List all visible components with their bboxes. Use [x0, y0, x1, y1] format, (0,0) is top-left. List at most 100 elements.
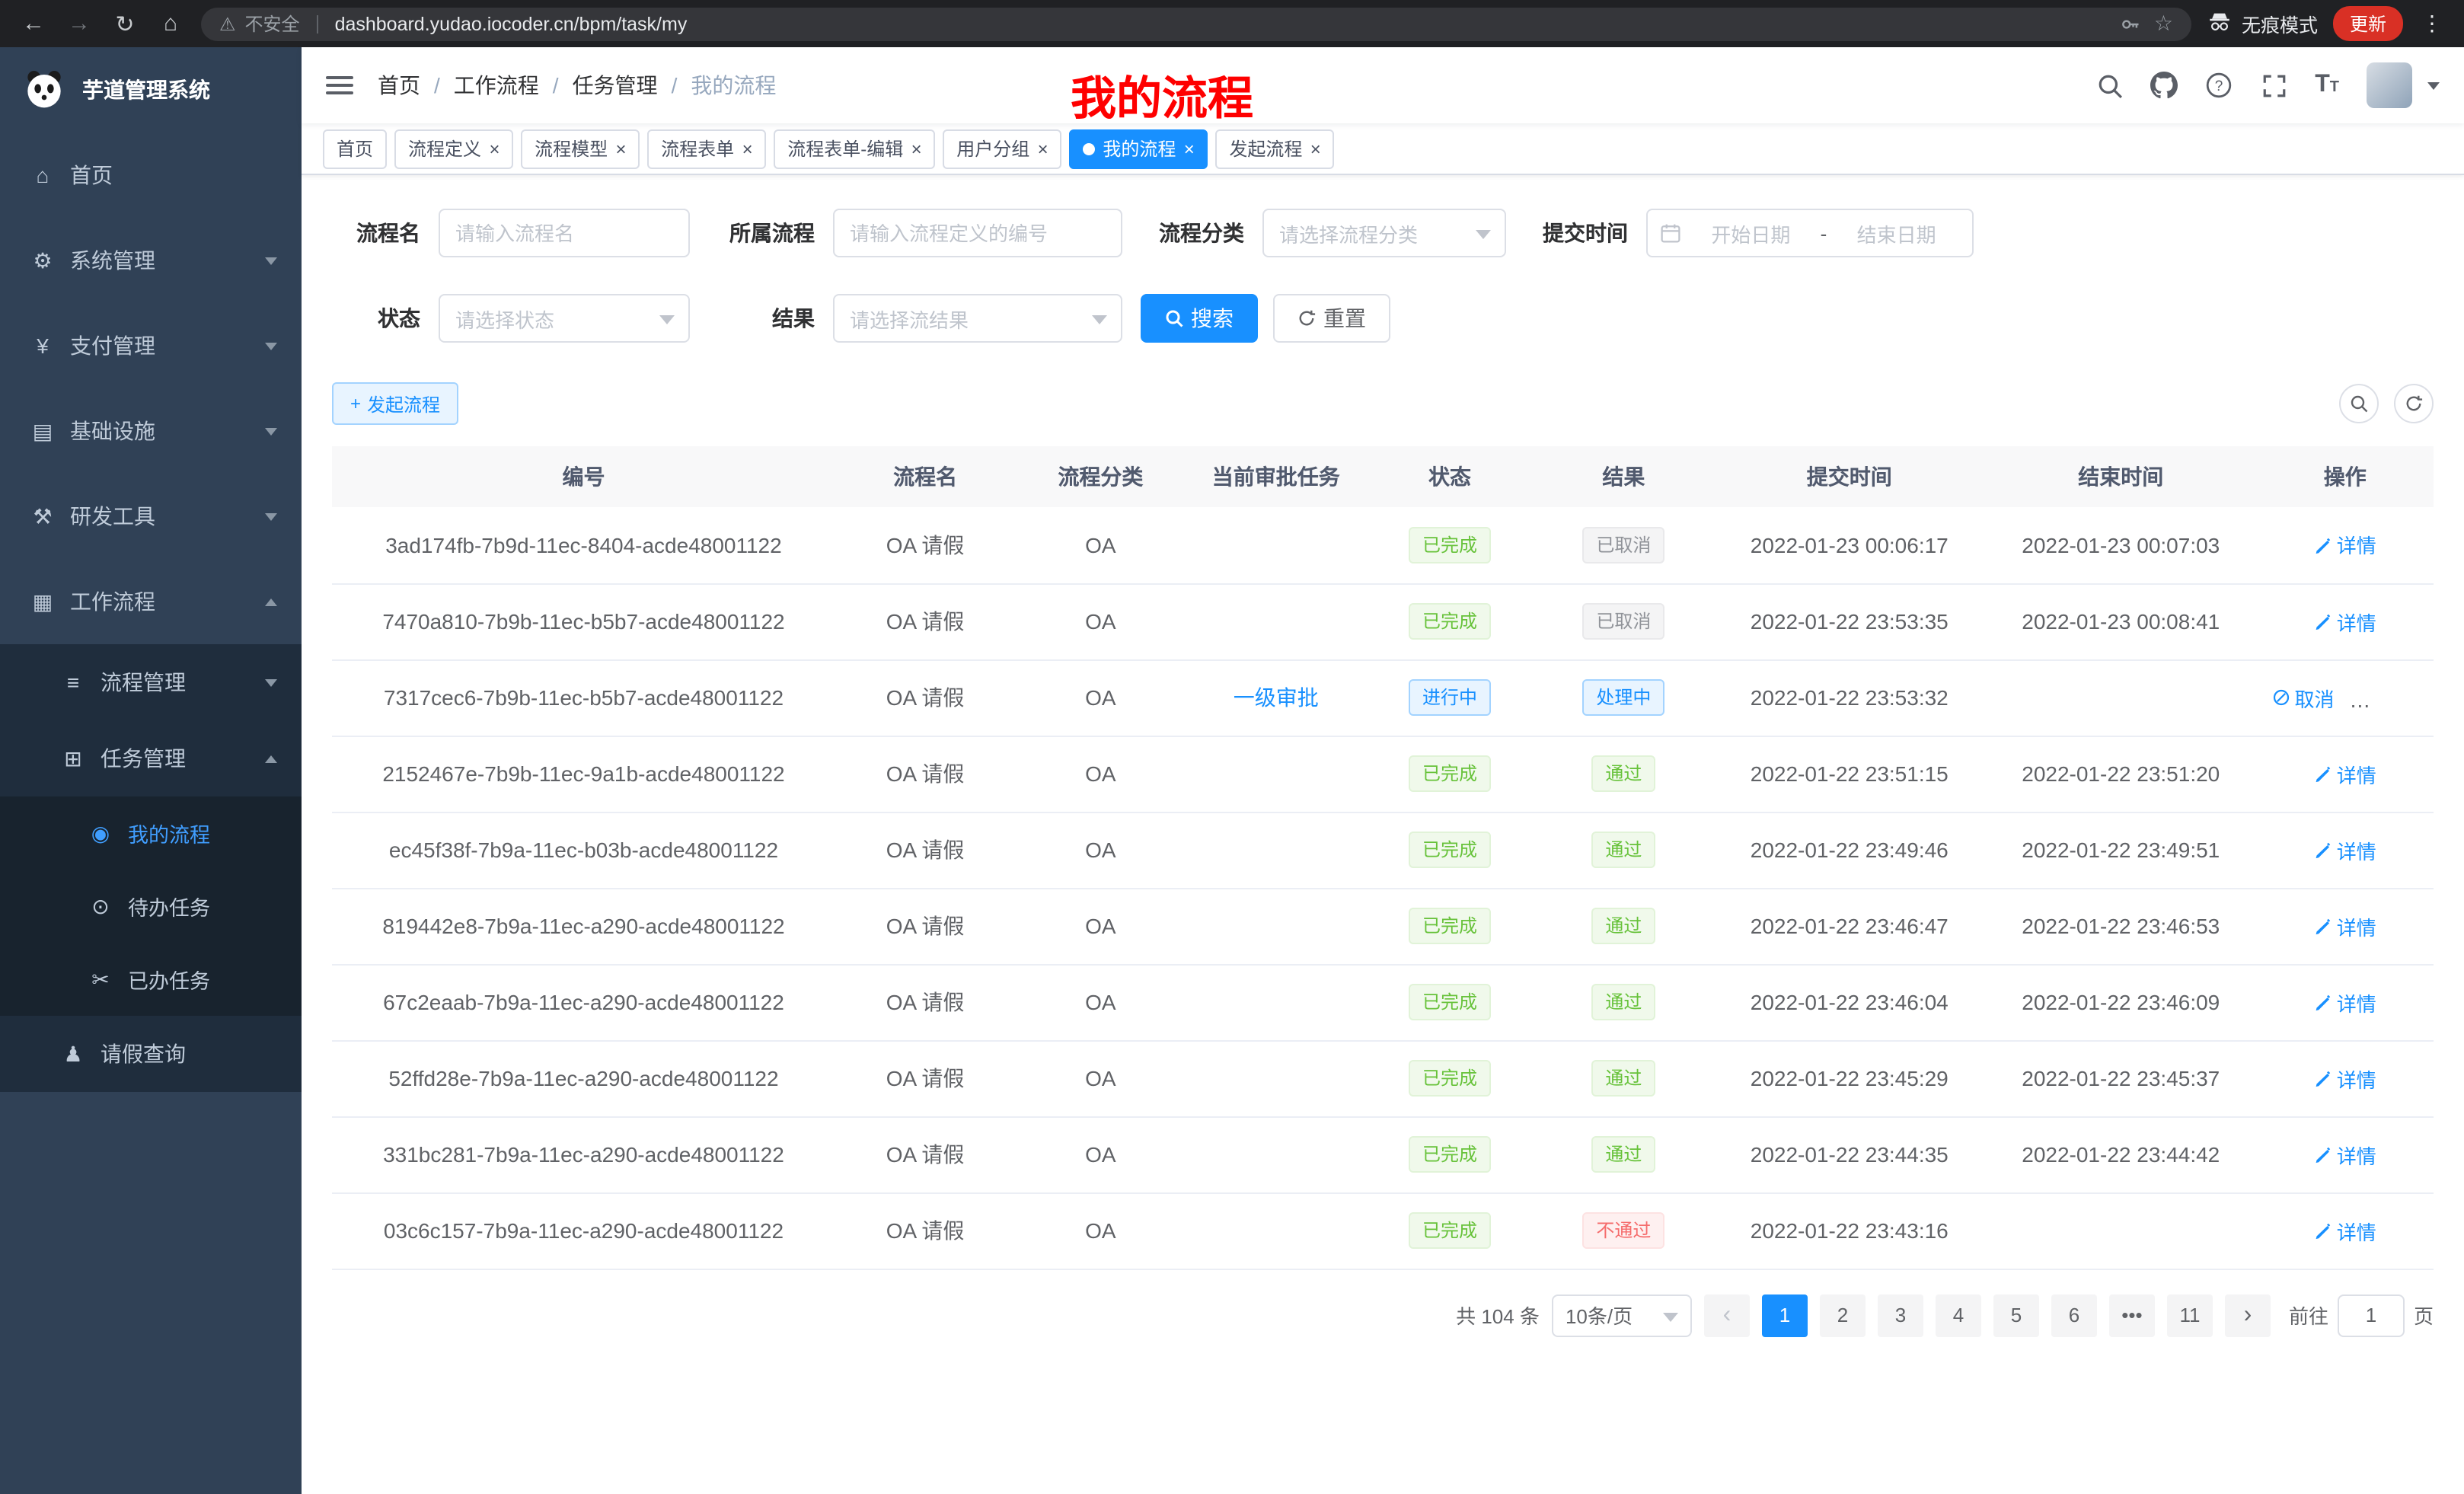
page-number-button[interactable]: •••: [2109, 1294, 2155, 1336]
cell-id: 819442e8-7b9a-11ec-a290-acde48001122: [332, 888, 835, 964]
detail-link[interactable]: 详情: [2314, 988, 2376, 1017]
detail-link[interactable]: 详情: [2314, 1064, 2376, 1093]
cell-id: 331bc281-7b9a-11ec-a290-acde48001122: [332, 1116, 835, 1192]
tab[interactable]: 流程表单-编辑 ×: [774, 129, 935, 168]
cell-submit-time: 2022-01-22 23:43:16: [1714, 1192, 1986, 1269]
cell-process-name: OA 请假: [835, 964, 1015, 1040]
browser-update-button[interactable]: 更新: [2333, 6, 2403, 41]
password-key-icon[interactable]: [2118, 10, 2145, 37]
status-select[interactable]: 请选择状态: [439, 294, 690, 343]
breadcrumb-home[interactable]: 首页: [378, 70, 420, 101]
tab[interactable]: 我的流程 ×: [1069, 129, 1208, 168]
toggle-search-button[interactable]: [2339, 384, 2379, 423]
sidebar-item-workflow[interactable]: ▦ 工作流程: [0, 559, 302, 644]
cell-status: 已完成: [1366, 888, 1534, 964]
cell-current-task: 一级审批: [1186, 659, 1366, 736]
sidebar-item-dev-tools[interactable]: ⚒ 研发工具: [0, 474, 302, 559]
process-category-select[interactable]: 请选择流程分类: [1262, 209, 1506, 257]
sidebar-toggle-icon[interactable]: [326, 76, 353, 94]
tab[interactable]: 发起流程 ×: [1215, 129, 1334, 168]
tab[interactable]: 流程表单 ×: [647, 129, 766, 168]
tools-icon: ⚒: [30, 503, 55, 529]
tab[interactable]: 流程定义 ×: [394, 129, 513, 168]
security-label[interactable]: 不安全: [245, 11, 300, 37]
table-tools: [2339, 384, 2434, 423]
sidebar-item-home[interactable]: ⌂ 首页: [0, 132, 302, 218]
sidebar-item-infrastructure[interactable]: ▤ 基础设施: [0, 388, 302, 474]
cell-process-name: OA 请假: [835, 888, 1015, 964]
start-date-placeholder[interactable]: 开始日期: [1687, 219, 1814, 247]
breadcrumb-task-management[interactable]: 任务管理: [573, 70, 658, 101]
github-icon[interactable]: [2150, 72, 2178, 99]
detail-link[interactable]: 详情: [2314, 531, 2376, 560]
tab[interactable]: 流程模型 ×: [521, 129, 640, 168]
current-task-link[interactable]: 一级审批: [1234, 685, 1319, 710]
sidebar-item-process-management[interactable]: ≡ 流程管理: [0, 644, 302, 720]
sidebar-item-leave-query[interactable]: ♟ 请假查询: [0, 1016, 302, 1092]
result-select[interactable]: 请选择流结果: [833, 294, 1122, 343]
table-body: 3ad174fb-7b9d-11ec-8404-acde48001122 OA …: [332, 507, 2434, 1269]
breadcrumb-workflow[interactable]: 工作流程: [454, 70, 539, 101]
cell-process-name: OA 请假: [835, 659, 1015, 736]
browser-chrome: ← → ↻ ⌂ ⚠ 不安全 dashboard.yudao.iocoder.cn…: [0, 0, 2464, 47]
sidebar-item-payment-management[interactable]: ¥ 支付管理: [0, 303, 302, 388]
tab-close-icon[interactable]: ×: [615, 139, 626, 158]
detail-link[interactable]: 详情: [2358, 683, 2421, 712]
page-size-select[interactable]: 10条/页: [1552, 1294, 1692, 1336]
page-number-button[interactable]: 1: [1762, 1294, 1808, 1336]
detail-link[interactable]: 详情: [2314, 1140, 2376, 1169]
tab[interactable]: 用户分组 ×: [943, 129, 1061, 168]
browser-back-icon[interactable]: ←: [18, 11, 49, 37]
bookmark-star-icon[interactable]: ☆: [2154, 11, 2173, 37]
start-process-button[interactable]: + 发起流程: [332, 382, 458, 425]
page-number-button[interactable]: 4: [1936, 1294, 1981, 1336]
detail-link[interactable]: 详情: [2314, 607, 2376, 636]
page-number-button[interactable]: 5: [1993, 1294, 2039, 1336]
owner-process-input[interactable]: [833, 209, 1122, 257]
page-number-button[interactable]: 2: [1820, 1294, 1866, 1336]
date-range-picker[interactable]: 开始日期 - 结束日期: [1646, 209, 1974, 257]
detail-link[interactable]: 详情: [2314, 1216, 2376, 1245]
help-icon[interactable]: ?: [2205, 72, 2233, 99]
browser-reload-icon[interactable]: ↻: [110, 10, 140, 37]
process-table: 编号流程名流程分类当前审批任务状态结果提交时间结束时间操作 3ad174fb-7…: [332, 446, 2434, 1269]
home-icon: ⌂: [30, 163, 55, 187]
end-date-placeholder[interactable]: 结束日期: [1833, 219, 1960, 247]
process-name-input[interactable]: [439, 209, 690, 257]
detail-link[interactable]: 详情: [2314, 835, 2376, 864]
tab-close-icon[interactable]: ×: [1037, 139, 1048, 158]
tab-close-icon[interactable]: ×: [1310, 139, 1320, 158]
sidebar-item-todo-tasks[interactable]: ⊙ 待办任务: [0, 870, 302, 943]
page-number-button[interactable]: 6: [2051, 1294, 2097, 1336]
address-bar[interactable]: ⚠ 不安全 dashboard.yudao.iocoder.cn/bpm/tas…: [201, 7, 2191, 40]
fullscreen-icon[interactable]: [2260, 72, 2287, 99]
tab-close-icon[interactable]: ×: [1183, 139, 1194, 158]
page-number-button[interactable]: 11: [2167, 1294, 2213, 1336]
sidebar-item-system-management[interactable]: ⚙ 系统管理: [0, 218, 302, 303]
avatar-dropdown-caret-icon[interactable]: [2427, 81, 2440, 89]
tab-close-icon[interactable]: ×: [911, 139, 921, 158]
search-button[interactable]: 搜索: [1141, 294, 1258, 343]
url-text[interactable]: dashboard.yudao.iocoder.cn/bpm/task/my: [335, 13, 688, 34]
page-number-button[interactable]: 3: [1878, 1294, 1923, 1336]
browser-forward-icon[interactable]: →: [64, 11, 94, 37]
tab[interactable]: 首页 ×: [323, 129, 387, 168]
detail-link[interactable]: 详情: [2314, 911, 2376, 940]
sidebar-item-my-process[interactable]: ◉ 我的流程: [0, 796, 302, 870]
tab-close-icon[interactable]: ×: [489, 139, 500, 158]
reset-button[interactable]: 重置: [1273, 294, 1390, 343]
refresh-table-button[interactable]: [2394, 384, 2434, 423]
font-size-icon[interactable]: TT: [2315, 72, 2339, 99]
sidebar-item-done-tasks[interactable]: ✂ 已办任务: [0, 943, 302, 1016]
sidebar-item-task-management[interactable]: ⊞ 任务管理: [0, 720, 302, 796]
avatar[interactable]: [2367, 62, 2412, 108]
search-icon[interactable]: [2095, 72, 2123, 99]
browser-home-icon[interactable]: ⌂: [155, 11, 186, 37]
goto-page-input[interactable]: [2338, 1294, 2405, 1336]
detail-link[interactable]: 详情: [2314, 759, 2376, 788]
prev-page-button[interactable]: ‹: [1704, 1294, 1750, 1336]
next-page-button[interactable]: ›: [2225, 1294, 2271, 1336]
tab-close-icon[interactable]: ×: [742, 139, 752, 158]
browser-menu-icon[interactable]: ⋮: [2418, 11, 2446, 37]
cancel-link[interactable]: 取消: [2272, 683, 2335, 712]
